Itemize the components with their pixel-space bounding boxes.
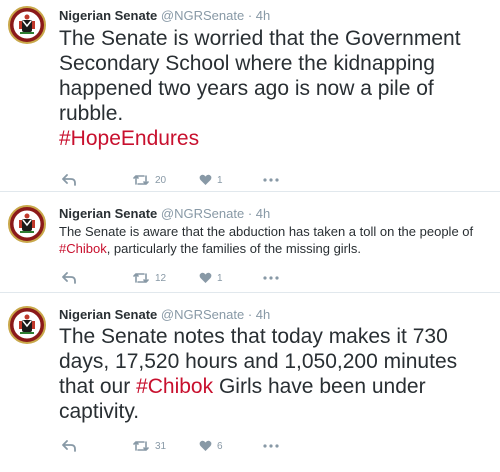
separator-dot: · [247, 307, 253, 322]
retweet-button[interactable]: 20 [132, 172, 166, 188]
coat-of-arms-icon [12, 310, 42, 340]
tweet-text-main: The Senate is worried that the Governmen… [59, 27, 461, 125]
retweet-button[interactable]: 12 [132, 270, 166, 286]
like-count: 1 [217, 272, 223, 284]
more-button[interactable] [263, 438, 279, 454]
author-handle[interactable]: @NGRSenate [161, 8, 244, 23]
like-button[interactable]: 6 [199, 438, 223, 454]
author-handle[interactable]: @NGRSenate [161, 307, 244, 322]
more-dots-icon [263, 178, 279, 182]
more-button[interactable] [263, 172, 279, 188]
more-button[interactable] [263, 270, 279, 286]
tweet-actions: 20 1 [59, 172, 479, 188]
reply-arrow-icon [62, 174, 76, 186]
separator-dot: · [247, 206, 253, 221]
coat-of-arms-icon [12, 209, 42, 239]
tweet-text-tail: , particularly the families of the missi… [106, 241, 362, 256]
heart-icon [199, 440, 212, 451]
tweet-text: The Senate is worried that the Governmen… [59, 26, 495, 151]
retweet-icon [133, 273, 149, 283]
heart-icon [199, 174, 212, 185]
reply-button[interactable] [62, 172, 76, 188]
like-count: 1 [217, 174, 223, 186]
author-name[interactable]: Nigerian Senate [59, 8, 157, 23]
reply-arrow-icon [62, 440, 76, 452]
tweet-text-main: The Senate is aware that the abduction h… [59, 224, 474, 239]
avatar[interactable] [8, 306, 46, 344]
timestamp[interactable]: 4h [256, 307, 270, 322]
heart-icon [199, 272, 212, 283]
reply-arrow-icon [62, 272, 76, 284]
hashtag-link[interactable]: #Chibok [136, 375, 213, 398]
author-name[interactable]: Nigerian Senate [59, 307, 157, 322]
retweet-icon [133, 441, 149, 451]
retweet-button[interactable]: 31 [132, 438, 166, 454]
tweet-3[interactable]: Nigerian Senate @NGRSenate · 4h The Sena… [0, 293, 500, 472]
timestamp[interactable]: 4h [256, 206, 270, 221]
avatar[interactable] [8, 6, 46, 44]
more-dots-icon [263, 276, 279, 280]
reply-button[interactable] [62, 438, 76, 454]
hashtag-link[interactable]: #Chibok [59, 241, 107, 256]
tweet-text: The Senate notes that today makes it 730… [59, 324, 495, 424]
separator-dot: · [247, 8, 253, 23]
like-button[interactable]: 1 [199, 270, 223, 286]
tweet-2[interactable]: Nigerian Senate @NGRSenate · 4h The Sena… [0, 192, 500, 290]
tweet-actions: 31 6 [59, 438, 479, 454]
coat-of-arms-icon [12, 10, 42, 40]
more-dots-icon [263, 444, 279, 448]
reply-button[interactable] [62, 270, 76, 286]
retweet-count: 20 [155, 174, 167, 186]
retweet-icon [133, 175, 149, 185]
tweet-actions: 12 1 [59, 270, 479, 286]
avatar[interactable] [8, 205, 46, 243]
retweet-count: 12 [155, 272, 167, 284]
timestamp[interactable]: 4h [256, 8, 270, 23]
tweet-text: The Senate is aware that the abduction h… [59, 223, 495, 257]
like-button[interactable]: 1 [199, 172, 223, 188]
tweet-1[interactable]: Nigerian Senate @NGRSenate · 4h The Sena… [0, 0, 500, 187]
hashtag-link[interactable]: #HopeEndures [59, 127, 199, 150]
like-count: 6 [217, 440, 223, 452]
author-name[interactable]: Nigerian Senate [59, 206, 157, 221]
retweet-count: 31 [155, 440, 167, 452]
author-handle[interactable]: @NGRSenate [161, 206, 244, 221]
